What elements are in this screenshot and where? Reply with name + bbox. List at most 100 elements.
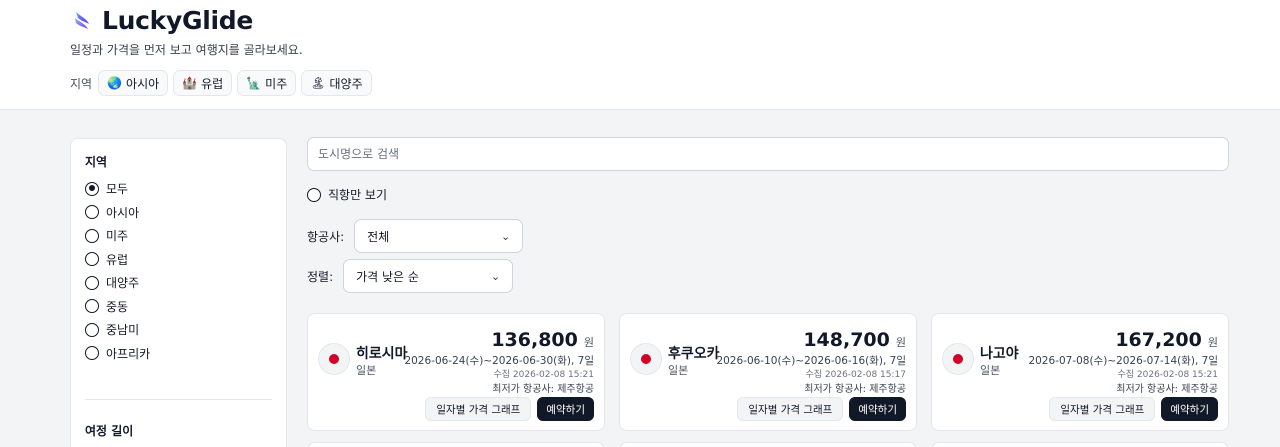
book-button[interactable]: 예약하기 xyxy=(537,397,594,421)
radio-label: 대양주 xyxy=(106,276,140,291)
sort-value: 가격 낮은 순 xyxy=(356,269,419,284)
destination-card[interactable]: 히로시마 일본 136,800 원 2026-06-24(수)~2026-06-… xyxy=(307,313,605,431)
region-chips: 지역 🌏 아시아 🏰 유럽 🗽 미주 🏝 대양주 xyxy=(70,70,377,96)
radio-icon xyxy=(85,299,99,314)
destination-card[interactable]: 나고야 일본 167,200 원 2026-07-08(수)~2026-07-1… xyxy=(931,313,1229,431)
price-currency: 원 xyxy=(1207,336,1218,349)
city-name: 히로시마 xyxy=(356,346,408,362)
trip-dates: 2026-06-24(수)~2026-06-30(화), 7일 xyxy=(404,355,594,367)
region-option-americas[interactable]: 미주 xyxy=(85,224,150,248)
price-graph-button[interactable]: 일자별 가격 그래프 xyxy=(737,397,844,421)
collected-time: 수집 2026-02-08 15:21 xyxy=(1117,370,1218,380)
country-name: 일본 xyxy=(356,364,377,377)
region-option-latin-america[interactable]: 중남미 xyxy=(85,318,150,342)
lowest-carrier: 최저가 항공사: 제주항공 xyxy=(1116,384,1218,395)
radio-label: 모두 xyxy=(106,182,129,197)
airline-select[interactable]: 전체 ⌄ xyxy=(354,219,524,253)
radio-icon xyxy=(85,275,99,290)
airline-label: 항공사: xyxy=(307,229,345,244)
region-filter-title: 지역 xyxy=(85,155,108,169)
airline-value: 전체 xyxy=(367,229,390,244)
lowest-carrier: 최저가 항공사: 제주항공 xyxy=(492,384,594,395)
collected-time: 수집 2026-02-08 15:17 xyxy=(805,370,906,380)
sidebar-divider xyxy=(85,399,272,400)
price-amount: 148,700 xyxy=(803,329,890,351)
next-card-peek[interactable] xyxy=(307,442,605,447)
japan-flag-icon xyxy=(630,343,662,375)
price: 148,700 원 xyxy=(803,329,906,351)
region-option-all[interactable]: 모두 xyxy=(85,177,150,201)
chip-label: 대양주 xyxy=(329,76,363,91)
sort-label: 정렬: xyxy=(307,269,334,284)
chip-label: 아시아 xyxy=(126,76,160,91)
radio-label: 미주 xyxy=(106,229,129,244)
region-option-asia[interactable]: 아시아 xyxy=(85,201,150,225)
chevron-down-icon: ⌄ xyxy=(490,269,501,283)
sort-filter: 정렬: 가격 낮은 순 ⌄ xyxy=(307,259,514,293)
globe-icon: 🌏 xyxy=(107,76,123,90)
logo-icon xyxy=(75,11,89,29)
price-currency: 원 xyxy=(583,336,594,349)
castle-icon: 🏰 xyxy=(182,76,198,90)
region-option-oceania[interactable]: 대양주 xyxy=(85,271,150,295)
price-graph-button[interactable]: 일자별 가격 그래프 xyxy=(425,397,532,421)
radio-icon xyxy=(85,252,99,267)
region-option-europe[interactable]: 유럽 xyxy=(85,248,150,272)
radio-label: 유럽 xyxy=(106,252,129,267)
radio-icon xyxy=(307,187,321,202)
radio-icon xyxy=(85,205,99,220)
next-card-peek[interactable] xyxy=(619,442,917,447)
region-chip-americas[interactable]: 🗽 미주 xyxy=(237,70,297,96)
region-option-africa[interactable]: 아프리카 xyxy=(85,342,150,366)
region-radio-group: 모두 아시아 미주 유럽 대양주 중동 중남미 아프리카 xyxy=(85,177,150,365)
card-actions: 일자별 가격 그래프 예약하기 xyxy=(737,397,906,421)
direct-only-label: 직항만 보기 xyxy=(328,188,388,202)
chip-label: 유럽 xyxy=(201,76,224,91)
price-amount: 167,200 xyxy=(1115,329,1202,351)
japan-flag-icon xyxy=(942,343,974,375)
book-button[interactable]: 예약하기 xyxy=(1161,397,1218,421)
next-card-peek[interactable] xyxy=(931,442,1229,447)
top-header: LuckyGlide 일정과 가격을 먼저 보고 여행지를 골라보세요. 지역 … xyxy=(0,0,1280,110)
trip-dates: 2026-06-10(수)~2026-06-16(화), 7일 xyxy=(716,355,906,367)
book-button[interactable]: 예약하기 xyxy=(849,397,906,421)
radio-icon xyxy=(85,228,99,243)
region-label: 지역 xyxy=(70,76,93,91)
brand[interactable]: LuckyGlide xyxy=(72,6,253,35)
radio-icon xyxy=(85,346,99,361)
japan-flag-icon xyxy=(318,343,350,375)
lowest-carrier: 최저가 항공사: 제주항공 xyxy=(804,384,906,395)
tagline: 일정과 가격을 먼저 보고 여행지를 골라보세요. xyxy=(70,43,303,57)
country-name: 일본 xyxy=(668,364,689,377)
city-name: 나고야 xyxy=(980,346,1019,362)
chevron-down-icon: ⌄ xyxy=(500,229,511,243)
city-name: 후쿠오카 xyxy=(668,346,720,362)
radio-label: 중남미 xyxy=(106,323,140,338)
radio-label: 아시아 xyxy=(106,205,140,220)
price: 136,800 원 xyxy=(491,329,594,351)
island-icon: 🏝 xyxy=(310,76,326,90)
trip-length-title: 여정 길이 xyxy=(85,424,134,438)
radio-selected-icon xyxy=(85,181,99,196)
region-chip-asia[interactable]: 🌏 아시아 xyxy=(98,70,169,96)
country-name: 일본 xyxy=(980,364,1001,377)
sort-select[interactable]: 가격 낮은 순 ⌄ xyxy=(343,259,514,293)
card-actions: 일자별 가격 그래프 예약하기 xyxy=(425,397,594,421)
radio-label: 중동 xyxy=(106,299,129,314)
region-chip-oceania[interactable]: 🏝 대양주 xyxy=(301,70,372,96)
radio-label: 아프리카 xyxy=(106,346,151,361)
card-actions: 일자별 가격 그래프 예약하기 xyxy=(1049,397,1218,421)
price-graph-button[interactable]: 일자별 가격 그래프 xyxy=(1049,397,1156,421)
price-currency: 원 xyxy=(895,336,906,349)
destination-card[interactable]: 후쿠오카 일본 148,700 원 2026-06-10(수)~2026-06-… xyxy=(619,313,917,431)
trip-dates: 2026-07-08(수)~2026-07-14(화), 7일 xyxy=(1028,355,1218,367)
direct-only-toggle[interactable]: 직항만 보기 xyxy=(307,186,387,203)
price-amount: 136,800 xyxy=(491,329,578,351)
radio-icon xyxy=(85,322,99,337)
region-option-middle-east[interactable]: 중동 xyxy=(85,295,150,319)
airline-filter: 항공사: 전체 ⌄ xyxy=(307,219,524,253)
region-chip-europe[interactable]: 🏰 유럽 xyxy=(173,70,233,96)
city-search-input[interactable] xyxy=(307,137,1229,171)
brand-name: LuckyGlide xyxy=(102,6,253,35)
collected-time: 수집 2026-02-08 15:21 xyxy=(493,370,594,380)
